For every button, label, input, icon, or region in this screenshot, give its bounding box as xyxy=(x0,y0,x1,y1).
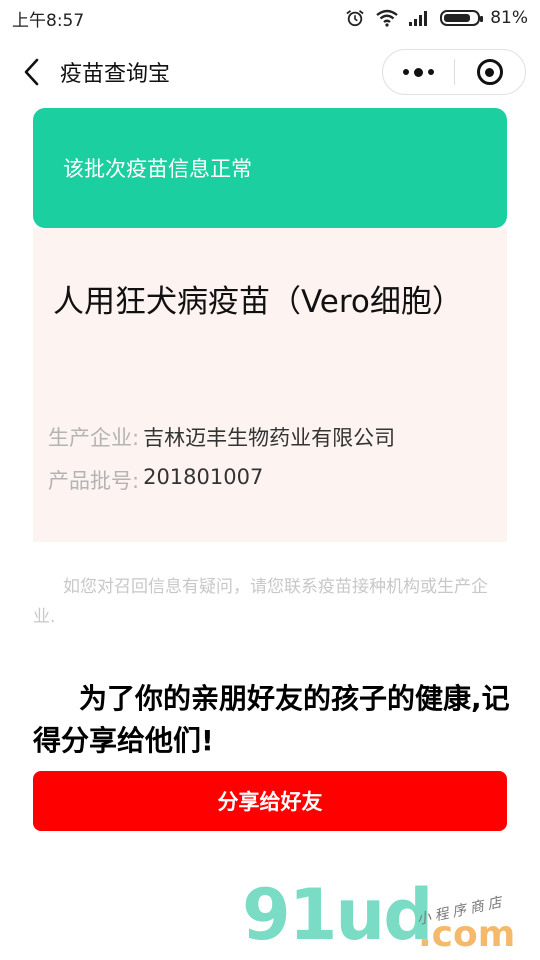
mini-program-capsule xyxy=(382,49,526,95)
vaccine-name: 人用狂犬病疫苗（Vero细胞） xyxy=(53,284,463,320)
watermark-domain: .com xyxy=(418,914,516,955)
battery-icon xyxy=(440,10,484,26)
share-button[interactable]: 分享给好友 xyxy=(33,771,507,831)
batch-value: 201801007 xyxy=(143,465,264,489)
page-title: 疫苗查询宝 xyxy=(60,62,171,87)
batch-row: 产品批号: 201801007 xyxy=(48,465,263,495)
more-dots-icon xyxy=(402,67,434,77)
batch-label: 产品批号: xyxy=(48,469,140,493)
status-icons: 81% xyxy=(344,8,528,28)
watermark-main: 91ud xyxy=(242,874,433,956)
signal-icon xyxy=(409,11,428,26)
manufacturer-row: 生产企业: 吉林迈丰生物药业有限公司 xyxy=(48,422,395,452)
manufacturer-label: 生产企业: xyxy=(48,426,140,450)
battery-level xyxy=(444,14,471,22)
manufacturer-value: 吉林迈丰生物药业有限公司 xyxy=(143,426,396,450)
status-card: 该批次疫苗信息正常 xyxy=(33,108,507,228)
more-menu-button[interactable] xyxy=(383,49,454,95)
battery-percent: 81% xyxy=(490,8,528,28)
share-promo-text: 为了你的亲朋好友的孩子的健康,记得分享给他们! xyxy=(33,682,510,757)
status-message: 该批次疫苗信息正常 xyxy=(63,157,252,181)
screen: 上午8:57 81% 疫苗查询宝 该批次疫苗信息正常 人用狂犬病疫苗（Vero细… xyxy=(0,0,540,960)
nav-bar: 疫苗查询宝 xyxy=(0,36,540,108)
back-button[interactable] xyxy=(6,36,56,108)
status-time: 上午8:57 xyxy=(12,10,85,31)
alarm-icon xyxy=(346,10,364,27)
close-mini-program-button[interactable] xyxy=(455,49,526,95)
wifi-icon xyxy=(376,9,398,27)
vaccine-info-panel: 人用狂犬病疫苗（Vero细胞） 生产企业: 吉林迈丰生物药业有限公司 产品批号:… xyxy=(33,228,507,542)
watermark-logo: 91ud 小程序商店 .com xyxy=(238,874,538,960)
target-circle-icon xyxy=(476,59,503,85)
status-bar: 上午8:57 81% xyxy=(0,0,540,36)
recall-notice: 如您对召回信息有疑问，请您联系疫苗接种机构或生产企业. xyxy=(33,577,488,627)
chevron-left-icon xyxy=(24,58,39,86)
